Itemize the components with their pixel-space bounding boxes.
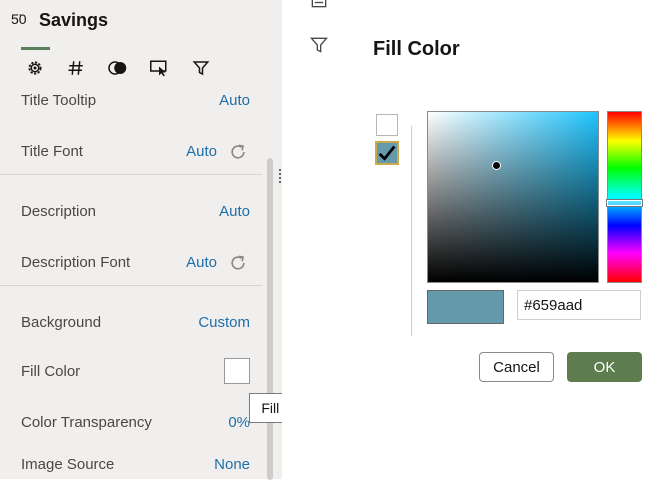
settings-tab[interactable] bbox=[23, 56, 47, 80]
filter-icon bbox=[192, 61, 210, 76]
properties-tab-bar bbox=[0, 56, 282, 82]
color-tab[interactable] bbox=[106, 56, 130, 80]
cursor-icon bbox=[150, 60, 167, 77]
background-row: Background Custom bbox=[0, 310, 262, 340]
fill-color-swatch[interactable] bbox=[224, 358, 250, 384]
title-font-row: Title Font Auto bbox=[0, 139, 262, 169]
panel-title: Savings bbox=[39, 10, 109, 30]
title-tooltip-row: Title Tooltip Auto bbox=[0, 88, 262, 118]
saturation-value-picker[interactable] bbox=[427, 111, 599, 283]
gear-icon bbox=[28, 61, 42, 75]
hue-slider-track[interactable] bbox=[607, 111, 642, 283]
color-picker-cursor[interactable] bbox=[492, 161, 501, 170]
title-font-value[interactable]: Auto bbox=[186, 143, 217, 160]
description-font-row: Description Font Auto bbox=[0, 250, 262, 280]
section-divider bbox=[0, 174, 262, 175]
reset-icon[interactable] bbox=[228, 142, 248, 162]
checkmark-icon bbox=[378, 145, 396, 161]
property-label: Title Tooltip bbox=[21, 92, 97, 109]
image-source-value[interactable]: None bbox=[214, 456, 250, 473]
property-label: Background bbox=[21, 314, 102, 331]
reset-icon[interactable] bbox=[228, 253, 248, 273]
visualization-type-icon: 5̈0 bbox=[11, 11, 27, 27]
filter-icon[interactable] bbox=[309, 35, 329, 55]
filter-tab[interactable] bbox=[189, 56, 213, 80]
active-tab-indicator bbox=[21, 47, 50, 50]
properties-panel: 5̈0 Savings Title Tooltip Auto Title Fon… bbox=[0, 0, 282, 482]
property-label: Title Font bbox=[21, 143, 83, 160]
white-color-option[interactable] bbox=[376, 114, 398, 136]
color-transparency-row: Color Transparency 0% bbox=[0, 410, 262, 440]
ok-button[interactable]: OK bbox=[567, 352, 642, 382]
side-toolbar bbox=[282, 0, 354, 479]
property-label: Color Transparency bbox=[21, 414, 152, 431]
fill-color-row: Fill Color bbox=[0, 358, 262, 388]
title-tooltip-value[interactable]: Auto bbox=[219, 92, 250, 109]
number-format-tab[interactable] bbox=[64, 56, 88, 80]
image-source-row: Image Source None bbox=[0, 452, 262, 482]
section-divider bbox=[0, 285, 262, 286]
actions-tab[interactable] bbox=[147, 56, 171, 80]
panel-header: 5̈0 Savings bbox=[0, 0, 282, 46]
document-icon[interactable] bbox=[309, 0, 329, 10]
dialog-divider bbox=[411, 126, 412, 336]
property-label: Fill Color bbox=[21, 363, 81, 380]
property-label: Description Font bbox=[21, 254, 131, 271]
background-value[interactable]: Custom bbox=[198, 314, 250, 331]
property-label: Description bbox=[21, 203, 97, 220]
panel-scrollbar[interactable] bbox=[267, 158, 273, 480]
hash-icon bbox=[68, 61, 83, 75]
custom-color-option[interactable] bbox=[375, 141, 399, 165]
description-font-value[interactable]: Auto bbox=[186, 254, 217, 271]
cancel-button[interactable]: Cancel bbox=[479, 352, 554, 382]
description-value[interactable]: Auto bbox=[219, 203, 250, 220]
color-preview bbox=[427, 290, 504, 324]
hex-color-input[interactable] bbox=[517, 290, 641, 320]
dialog-title: Fill Color bbox=[373, 38, 460, 60]
description-row: Description Auto bbox=[0, 199, 262, 229]
color-transparency-value[interactable]: 0% bbox=[228, 414, 250, 431]
circles-icon bbox=[108, 61, 127, 75]
property-label: Image Source bbox=[21, 456, 115, 473]
hue-slider-handle[interactable] bbox=[607, 200, 642, 206]
